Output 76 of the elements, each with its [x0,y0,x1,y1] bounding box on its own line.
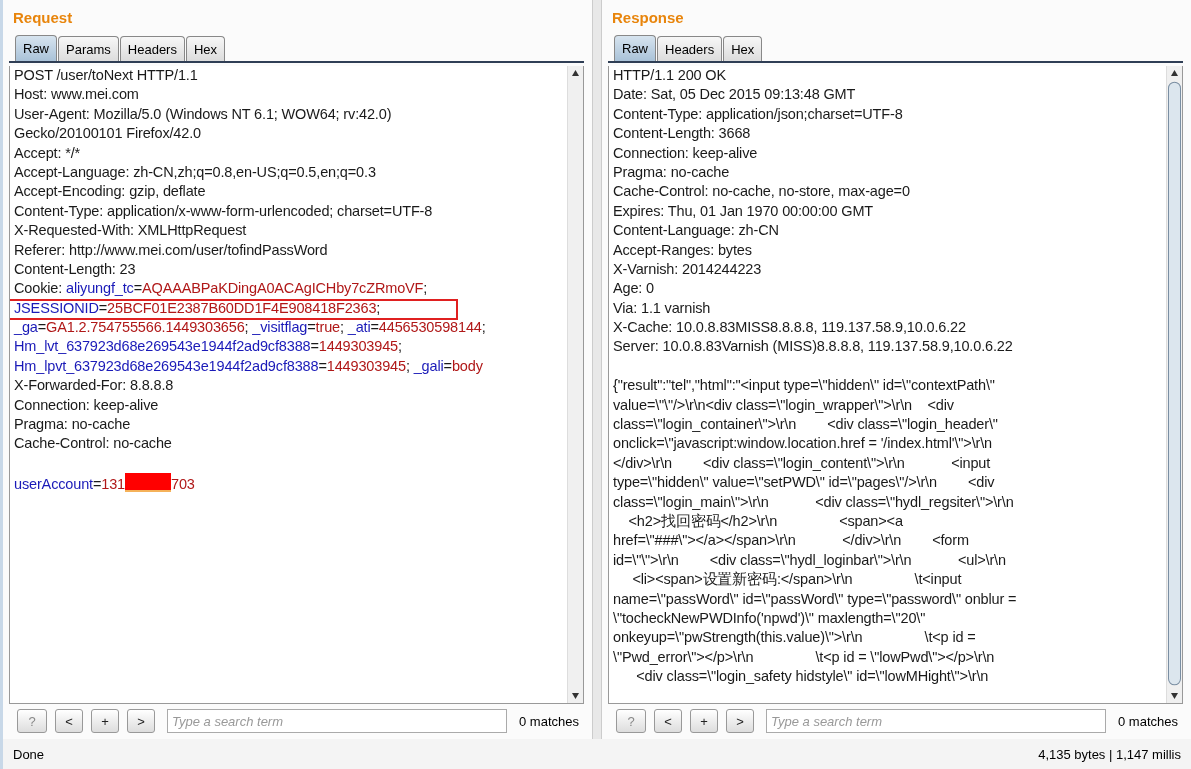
search-nav-button[interactable]: + [690,709,718,733]
text-line: Date: Sat, 05 Dec 2015 09:13:48 GMT [613,85,857,105]
text-line: id=\"\">\r\n <div class=\"hydl_loginbar\">\r\n <ul>\r\n [613,550,1007,570]
text-line: \"tocheckNewPWDInfo('npwd')\" maxlength=\"20\" [613,608,927,628]
scrollbar[interactable] [567,66,583,703]
text-line: Via: 1.1 varnish [613,298,712,318]
text-line: onclick=\"javascript:window.location.href = '/index.html'\">\r\n [613,434,993,454]
tab[interactable]: Params [58,36,119,61]
text-line: User-Agent: Mozilla/5.0 (Windows NT 6.1; WOW64; rv:42.0) [14,104,393,124]
text-line: Content-Length: 3668 [613,124,752,144]
text-line: </div>\r\n <div class=\"login_content\">\r\n <input [613,453,992,473]
text-line: Host: www.mei.com [14,85,140,105]
text-line: HTTP/1.1 200 OK [613,66,727,85]
text-line: Hm_lpvt_637923d68e269543e1944f2ad9cf8388=1449303945; _gali=body [14,356,484,376]
redaction-block [125,473,172,493]
scrollbar[interactable] [1166,66,1182,703]
match-count: 0 matches [1118,713,1178,729]
text-line: Connection: keep-alive [613,143,759,163]
search-nav-button[interactable]: < [55,709,83,733]
text-line: Content-Type: application/json;charset=UTF-8 [613,104,904,124]
tab[interactable]: Raw [614,35,656,61]
text-line: Accept-Encoding: gzip, deflate [14,182,207,202]
text-line: userAccount=131 703 [14,473,563,493]
text-line: \"Pwd_error\"></p>\r\n \t<p id = \"lowPwd\"></p>\r\n [613,647,996,667]
text-line: Pragma: no-cache [14,415,132,435]
text-line: Connection: keep-alive [14,395,160,415]
tab[interactable]: Raw [15,35,57,61]
text-line: value=\"\"/>\r\n<div class=\"login_wrapper\">\r\n <div [613,395,955,415]
text-line: Hm_lvt_637923d68e269543e1944f2ad9cf8388=1449303945; [14,337,403,357]
text-line: Age: 0 [613,279,656,299]
text-line: JSESSIONID=25BCF01E2387B60DD1F4E908418F2363; [14,298,563,319]
text-line: Accept: */* [14,143,82,163]
text-line: Cookie: aliyungf_tc=AQAAABPaKDingA0ACAgICHby7cZRmoVF; [14,279,429,299]
tab[interactable]: Hex [185,36,226,61]
text-line: class=\"login_main\">\r\n <div class=\"hydl_regsiter\">\r\n [613,492,1015,512]
status-text: Done [13,746,45,762]
text-line: <li><span>设置新密码:</span>\r\n \t<input [631,570,963,590]
text-line: name=\"passWord\" id=\"passWord\" type=\"password\" onblur = [613,589,1018,609]
text-line: Referer: http://www.mei.com/user/tofindPassWord [14,240,329,260]
text-line: Cache-Control: no-cache [14,434,173,454]
text-line: Content-Type: application/x-www-form-urlencoded; charset=UTF-8 [14,201,434,221]
pane-title: Request [12,8,74,28]
tab[interactable]: Hex [723,36,763,61]
text-line: X-Cache: 10.0.8.83MISS8.8.8.8, 119.137.58.9,10.0.6.22 [613,318,967,338]
text-line: href=\"###\"></a></span>\r\n </div>\r\n <form [613,531,970,551]
search-field[interactable]: Type a search term [766,709,1106,733]
text-line: Accept-Language: zh-CN,zh;q=0.8,en-US;q=0.5,en;q=0.3 [14,162,377,182]
text-line: Accept-Ranges: bytes [613,240,753,260]
match-count: 0 matches [519,713,579,729]
tab[interactable]: Headers [657,36,723,61]
pane-title: Response [611,8,685,28]
search-nav-button[interactable]: > [127,709,155,733]
text-line: Content-Length: 23 [14,259,137,279]
text-line: onkeyup=\"pwStrength(this.value)\">\r\n \t<p id = [613,628,977,648]
text-line: Server: 10.0.8.83Varnish (MISS)8.8.8.8, 119.137.58.9,10.0.6.22 [613,337,1014,357]
text-line: _ga=GA1.2.754755566.1449303656; _visitflag=true; _ati=4456530598144; [14,318,487,338]
text-line: X-Forwarded-For: 8.8.8.8 [14,376,175,396]
text-line: <div class=\"login_safety hidstyle\" id=\"lowMHight\">\r\n [635,667,990,687]
text-line: Expires: Thu, 01 Jan 1970 00:00:00 GMT [613,201,875,221]
text-line: type=\"hidden\" value=\"setPWD\" id=\"pages\"/>\r\n <div [613,473,996,493]
search-nav-button[interactable]: < [654,709,682,733]
text-line: Content-Language: zh-CN [613,221,780,241]
text-line: <h2>找回密码</h2>\r\n <span><a [627,512,904,531]
search-nav-button[interactable]: + [91,709,119,733]
text-line: X-Requested-With: XMLHttpRequest [14,221,248,241]
search-field[interactable]: Type a search term [167,709,507,733]
text-line: Pragma: no-cache [613,162,731,182]
text-line: class=\"login_container\">\r\n <div class=\"login_header\" [613,415,999,435]
text-line: POST /user/toNext HTTP/1.1 [14,66,199,85]
text-line: {"result":"tel","html":"<input type=\"hidden\" id=\"contextPath\" [613,376,996,396]
text-line: X-Varnish: 2014244223 [613,259,763,279]
tab[interactable]: Headers [119,36,185,61]
text-line: Cache-Control: no-cache, no-store, max-age=0 [613,182,911,202]
status-stats: 4,135 bytes | 1,147 millis [1038,746,1181,762]
text-line: Gecko/20100101 Firefox/42.0 [14,124,202,144]
search-nav-button[interactable]: > [726,709,754,733]
